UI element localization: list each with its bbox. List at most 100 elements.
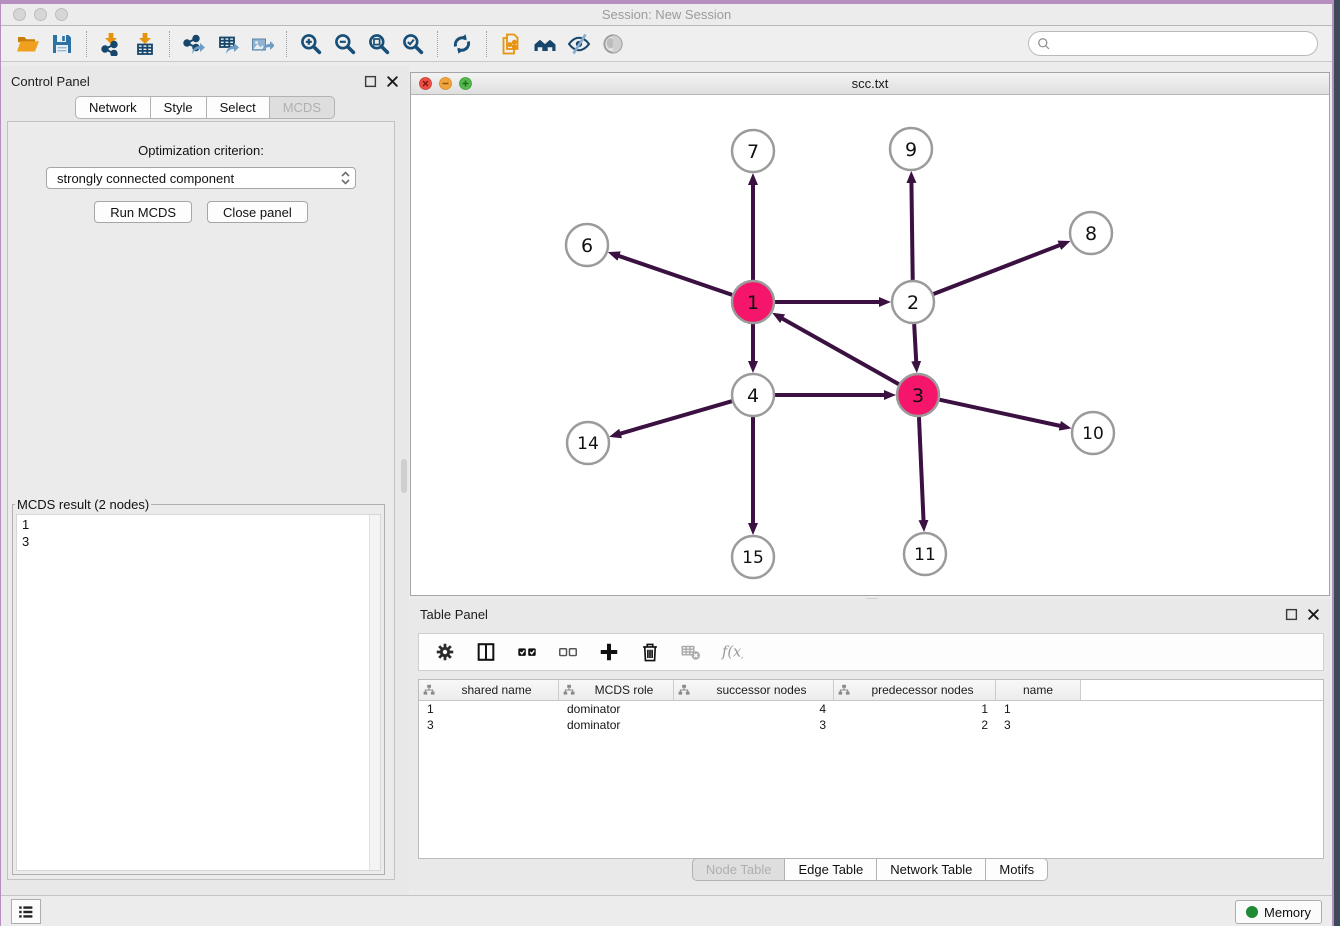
float-table-panel-icon[interactable] — [1285, 608, 1298, 621]
memory-status-icon — [1246, 906, 1258, 918]
node-label: 10 — [1082, 424, 1104, 444]
edge-1-6[interactable] — [618, 256, 732, 295]
export-image-icon[interactable] — [245, 30, 279, 58]
edge-3-11[interactable] — [919, 417, 924, 521]
graph-node-2[interactable]: 2 — [892, 281, 934, 323]
tab-node-table[interactable]: Node Table — [692, 858, 786, 881]
criterion-dropdown[interactable]: strongly connected component — [46, 167, 356, 189]
split-columns-icon[interactable] — [474, 640, 498, 664]
save-icon[interactable] — [45, 30, 79, 58]
session-title: Session: New Session — [1, 7, 1332, 22]
unchecked-pair-icon[interactable] — [556, 640, 580, 664]
network-overview-icon[interactable] — [528, 30, 562, 58]
network-window-titlebar[interactable]: scc.txt — [411, 73, 1329, 95]
cell-name: 3 — [996, 718, 1081, 732]
cell-predecessor-nodes: 1 — [834, 702, 996, 716]
graph-node-6[interactable]: 6 — [566, 224, 608, 266]
edge-4-14[interactable] — [620, 401, 732, 434]
toolbar-separator — [437, 31, 438, 57]
graph-node-7[interactable]: 7 — [732, 130, 774, 172]
optimization-criterion-label: Optimization criterion: — [8, 143, 394, 158]
cell-predecessor-nodes: 2 — [834, 718, 996, 732]
node-label: 7 — [747, 141, 759, 163]
checked-pair-icon[interactable] — [515, 640, 539, 664]
tab-mcds[interactable]: MCDS — [269, 96, 335, 119]
graph-node-15[interactable]: 15 — [732, 536, 774, 578]
fx-icon: f(x) — [720, 640, 744, 664]
import-table-icon[interactable] — [128, 30, 162, 58]
toolbar-separator — [169, 31, 170, 57]
tab-select[interactable]: Select — [206, 96, 270, 119]
node-table[interactable]: shared nameMCDS rolesuccessor nodesprede… — [418, 679, 1324, 859]
tab-motifs[interactable]: Motifs — [985, 858, 1048, 881]
table-row[interactable]: 3dominator323 — [419, 717, 1323, 733]
tree-icon — [423, 684, 435, 696]
tree-icon — [563, 684, 575, 696]
edge-2-9[interactable] — [911, 182, 912, 280]
mcds-panel: Optimization criterion: strongly connect… — [7, 121, 395, 880]
run-mcds-button[interactable]: Run MCDS — [94, 201, 192, 223]
main-toolbar — [1, 26, 1332, 62]
float-panel-icon[interactable] — [364, 75, 377, 88]
column-header-name[interactable]: name — [996, 680, 1081, 700]
edge-3-10[interactable] — [939, 400, 1060, 426]
os-title-bar: Session: New Session — [1, 4, 1332, 26]
copy-network-icon[interactable] — [494, 30, 528, 58]
network-graph[interactable]: 7 9 6 8 1 2 4 3 14 10 15 11 — [411, 95, 1329, 595]
result-scrollbar[interactable] — [369, 515, 380, 870]
export-network-icon[interactable] — [177, 30, 211, 58]
graph-node-9[interactable]: 9 — [890, 128, 932, 170]
column-header-successor-nodes[interactable]: successor nodes — [674, 680, 834, 700]
control-panel-tabs: NetworkStyleSelectMCDS — [1, 96, 409, 119]
tab-network-table[interactable]: Network Table — [876, 858, 986, 881]
export-table-icon[interactable] — [211, 30, 245, 58]
plus-icon[interactable] — [597, 640, 621, 664]
zoom-fit-icon[interactable] — [362, 30, 396, 58]
appearance-icon[interactable] — [596, 30, 630, 58]
tab-network[interactable]: Network — [75, 96, 151, 119]
search-icon — [1037, 37, 1051, 51]
criterion-value: strongly connected component — [57, 171, 340, 186]
zoom-out-icon[interactable] — [328, 30, 362, 58]
import-network-icon[interactable] — [94, 30, 128, 58]
memory-button[interactable]: Memory — [1235, 900, 1322, 924]
task-history-button[interactable] — [11, 899, 41, 924]
close-panel-icon[interactable] — [386, 75, 399, 88]
open-folder-icon[interactable] — [11, 30, 45, 58]
dropdown-stepper-icon — [340, 170, 351, 186]
graph-node-8[interactable]: 8 — [1070, 212, 1112, 254]
edge-2-8[interactable] — [934, 245, 1061, 294]
column-header-shared-name[interactable]: shared name — [419, 680, 559, 700]
search-box[interactable] — [1028, 31, 1318, 56]
close-table-panel-icon[interactable] — [1307, 608, 1320, 621]
column-header-predecessor-nodes[interactable]: predecessor nodes — [834, 680, 996, 700]
edge-2-3[interactable] — [914, 324, 916, 362]
gear-icon[interactable] — [433, 640, 457, 664]
divider-scroll-thumb[interactable] — [401, 459, 407, 493]
hide-graphics-icon[interactable] — [562, 30, 596, 58]
mcds-result-text[interactable]: 1 3 — [17, 515, 368, 870]
network-canvas[interactable]: 7 9 6 8 1 2 4 3 14 10 15 11 — [411, 95, 1329, 595]
node-label: 6 — [581, 235, 593, 257]
graph-node-3[interactable]: 3 — [897, 374, 939, 416]
graph-node-11[interactable]: 11 — [904, 533, 946, 575]
refresh-icon[interactable] — [445, 30, 479, 58]
zoom-in-icon[interactable] — [294, 30, 328, 58]
graph-node-1[interactable]: 1 — [732, 281, 774, 323]
graph-node-14[interactable]: 14 — [567, 422, 609, 464]
node-label: 8 — [1085, 223, 1097, 245]
table-row[interactable]: 1dominator411 — [419, 701, 1323, 717]
cell-name: 1 — [996, 702, 1081, 716]
close-panel-button[interactable]: Close panel — [207, 201, 308, 223]
memory-label: Memory — [1264, 905, 1311, 920]
graph-node-10[interactable]: 10 — [1072, 412, 1114, 454]
tab-edge-table[interactable]: Edge Table — [784, 858, 877, 881]
mcds-result-legend: MCDS result (2 nodes) — [15, 497, 151, 512]
graph-node-4[interactable]: 4 — [732, 374, 774, 416]
column-header-MCDS-role[interactable]: MCDS role — [559, 680, 674, 700]
tab-style[interactable]: Style — [150, 96, 207, 119]
search-input[interactable] — [1056, 34, 1317, 54]
zoom-selected-icon[interactable] — [396, 30, 430, 58]
trash-icon[interactable] — [638, 640, 662, 664]
edge-3-1[interactable] — [782, 318, 899, 384]
